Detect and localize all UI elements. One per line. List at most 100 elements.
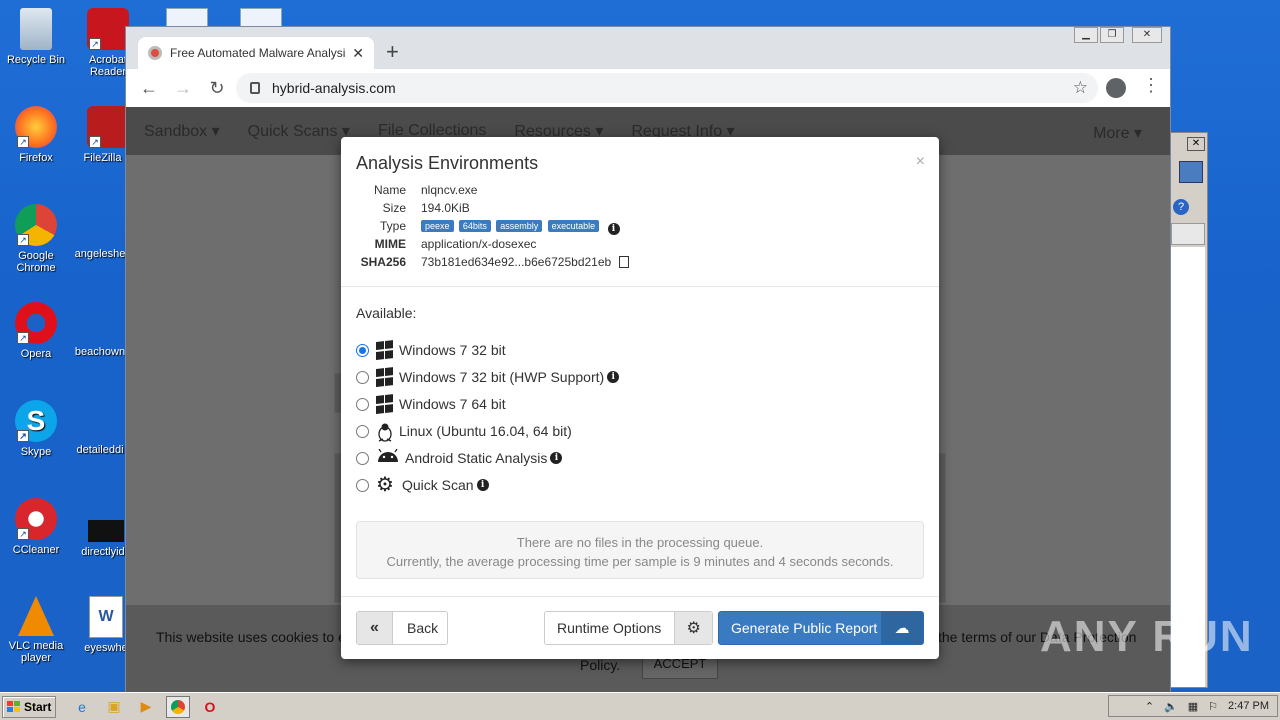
search-icon[interactable] — [1179, 161, 1203, 183]
back-arrow-icon[interactable]: ← — [132, 78, 166, 99]
env-option-win7-32[interactable]: Windows 7 32 bit — [356, 339, 756, 361]
info-icon[interactable]: i — [550, 452, 563, 464]
prop-type: Type peexe 64bits assembly executable i — [341, 219, 901, 237]
env-label: Windows 7 32 bit — [399, 342, 506, 358]
help-icon[interactable]: ? — [1173, 199, 1189, 215]
start-label: Start — [24, 699, 52, 714]
desktop-icon-chrome[interactable]: ↗ Google Chrome — [0, 204, 72, 274]
network-icon[interactable]: ▦ — [1188, 700, 1198, 713]
prop-value: 73b181ed634e92...b6e6725bd21eb — [421, 255, 612, 269]
ie-icon[interactable]: e — [70, 696, 94, 718]
modal-close-icon[interactable]: × — [916, 153, 925, 171]
env-radio[interactable] — [356, 370, 369, 384]
browser-tab[interactable]: Free Automated Malware Analysis S ✕ — [138, 37, 374, 69]
prop-label: SHA256 — [360, 255, 406, 269]
desktop-icon-vlc[interactable]: VLC media player — [0, 596, 72, 664]
prop-label: Size — [382, 201, 406, 215]
desktop-file-icon[interactable] — [166, 8, 208, 28]
desktop-icon-label: Recycle Bin — [6, 54, 66, 66]
profile-avatar-icon[interactable] — [1106, 78, 1126, 98]
start-button[interactable]: Start — [2, 695, 56, 718]
browser-toolbar: ← → ↻ hybrid-analysis.com ☆ ⋮ — [126, 69, 1170, 107]
tab-title: Free Automated Malware Analysis S — [170, 46, 347, 60]
tab-close-icon[interactable]: ✕ — [352, 45, 364, 62]
prop-size: Size 194.0KiB — [341, 201, 901, 219]
chrome-taskbar-icon[interactable] — [166, 695, 190, 718]
opera-icon: ↗ — [15, 302, 57, 344]
desktop-icon-label: Opera — [20, 348, 52, 360]
back-button[interactable]: « Back — [356, 611, 448, 645]
queue-time-text: Currently, the average processing time p… — [386, 554, 894, 569]
cookie-text: This website uses cookies to e — [156, 629, 346, 645]
opera-taskbar-icon[interactable]: O — [198, 696, 222, 718]
desktop-file-icon[interactable] — [240, 8, 282, 28]
vlc-icon — [18, 596, 54, 636]
media-player-icon[interactable]: ▶ — [134, 696, 158, 718]
filezilla-icon: ↗ — [87, 106, 129, 148]
close-icon[interactable]: ✕ — [1187, 137, 1205, 151]
env-radio[interactable] — [356, 478, 369, 492]
maximize-button[interactable]: ❐ — [1100, 27, 1124, 43]
env-radio[interactable] — [356, 451, 369, 465]
watermark: ANY RUN — [1040, 612, 1254, 661]
prop-value: application/x-dosexec — [421, 237, 537, 251]
gear-icon: ⚙ — [376, 474, 394, 496]
desktop-icon-skype[interactable]: S ↗ Skype — [0, 400, 72, 458]
clock[interactable]: 2:47 PM — [1228, 700, 1269, 712]
nav-quick-scans[interactable]: Quick Scans ▾ — [248, 121, 350, 141]
env-label: Quick Scan — [402, 477, 474, 493]
desktop-icon-ccleaner[interactable]: ↗ CCleaner — [0, 498, 72, 556]
env-option-quick-scan[interactable]: ⚙ Quick Scan i — [356, 474, 756, 496]
desktop-icon-label: angeleshe — [74, 248, 126, 260]
desktop-icon-opera[interactable]: ↗ Opera — [0, 302, 72, 360]
prop-sha256: SHA256 73b181ed634e92...b6e6725bd21eb — [341, 255, 901, 273]
type-badge: 64bits — [458, 220, 491, 232]
info-icon[interactable]: i — [607, 223, 620, 235]
info-icon[interactable]: i — [476, 479, 489, 491]
info-icon[interactable]: i — [607, 371, 620, 383]
close-window-button[interactable]: ✕ — [1132, 27, 1162, 43]
folder-icon[interactable]: ▣ — [102, 696, 126, 718]
copy-icon[interactable] — [618, 256, 629, 268]
address-bar[interactable]: hybrid-analysis.com ☆ — [236, 73, 1098, 103]
forward-arrow-icon[interactable]: → — [166, 78, 200, 99]
browser-menu-icon[interactable]: ⋮ — [1142, 75, 1160, 96]
prop-value: nlqncv.exe — [421, 183, 478, 197]
scrollbar[interactable] — [1171, 223, 1205, 245]
background-window[interactable]: ✕ ? — [1168, 132, 1208, 688]
minimize-button[interactable]: ▁ — [1074, 27, 1098, 43]
new-tab-button[interactable]: + — [386, 39, 399, 65]
windows-icon — [376, 394, 394, 414]
nav-sandbox[interactable]: Sandbox ▾ — [144, 121, 220, 141]
desktop-icon-label: VLC media player — [8, 640, 64, 664]
prop-label: Name — [373, 183, 406, 197]
prop-value: 194.0KiB — [421, 201, 470, 215]
generate-public-report-button[interactable]: Generate Public Report ☁ — [718, 611, 924, 645]
env-radio[interactable] — [356, 397, 369, 411]
runtime-options-button[interactable]: Runtime Options ⚙ — [544, 611, 713, 645]
desktop-icon-recycle-bin[interactable]: Recycle Bin — [0, 8, 72, 66]
env-option-linux[interactable]: Linux (Ubuntu 16.04, 64 bit) — [356, 420, 756, 442]
chrome-icon: ↗ — [15, 204, 57, 246]
env-radio[interactable] — [356, 424, 369, 438]
analysis-environments-modal: Analysis Environments × Name nlqncv.exe … — [341, 137, 939, 659]
env-radio[interactable] — [356, 343, 369, 357]
env-option-win7-32-hwp[interactable]: Windows 7 32 bit (HWP Support) i — [356, 366, 756, 388]
firefox-icon: ↗ — [15, 106, 57, 148]
desktop-icon-firefox[interactable]: ↗ Firefox — [0, 106, 72, 164]
bookmark-star-icon[interactable]: ☆ — [1073, 78, 1088, 98]
queue-status-text: There are no files in the processing que… — [516, 535, 764, 550]
cookie-policy-link[interactable]: Policy. — [580, 657, 620, 673]
type-badge: assembly — [496, 220, 543, 232]
flag-icon[interactable]: ⚐ — [1208, 700, 1218, 713]
taskbar: Start e ▣ ▶ O ⌃ 🔈 ▦ ⚐ 2:47 PM — [0, 692, 1280, 720]
favicon-icon — [148, 46, 162, 60]
env-option-android[interactable]: Android Static Analysis i — [356, 447, 756, 469]
nav-more[interactable]: More ▾ — [1093, 123, 1142, 143]
lock-icon — [250, 82, 260, 94]
env-option-win7-64[interactable]: Windows 7 64 bit — [356, 393, 756, 415]
volume-icon[interactable]: 🔈 — [1164, 700, 1178, 713]
tray-chevron-icon[interactable]: ⌃ — [1145, 700, 1154, 713]
reload-icon[interactable]: ↻ — [200, 78, 234, 99]
windows-flag-icon — [7, 700, 21, 713]
